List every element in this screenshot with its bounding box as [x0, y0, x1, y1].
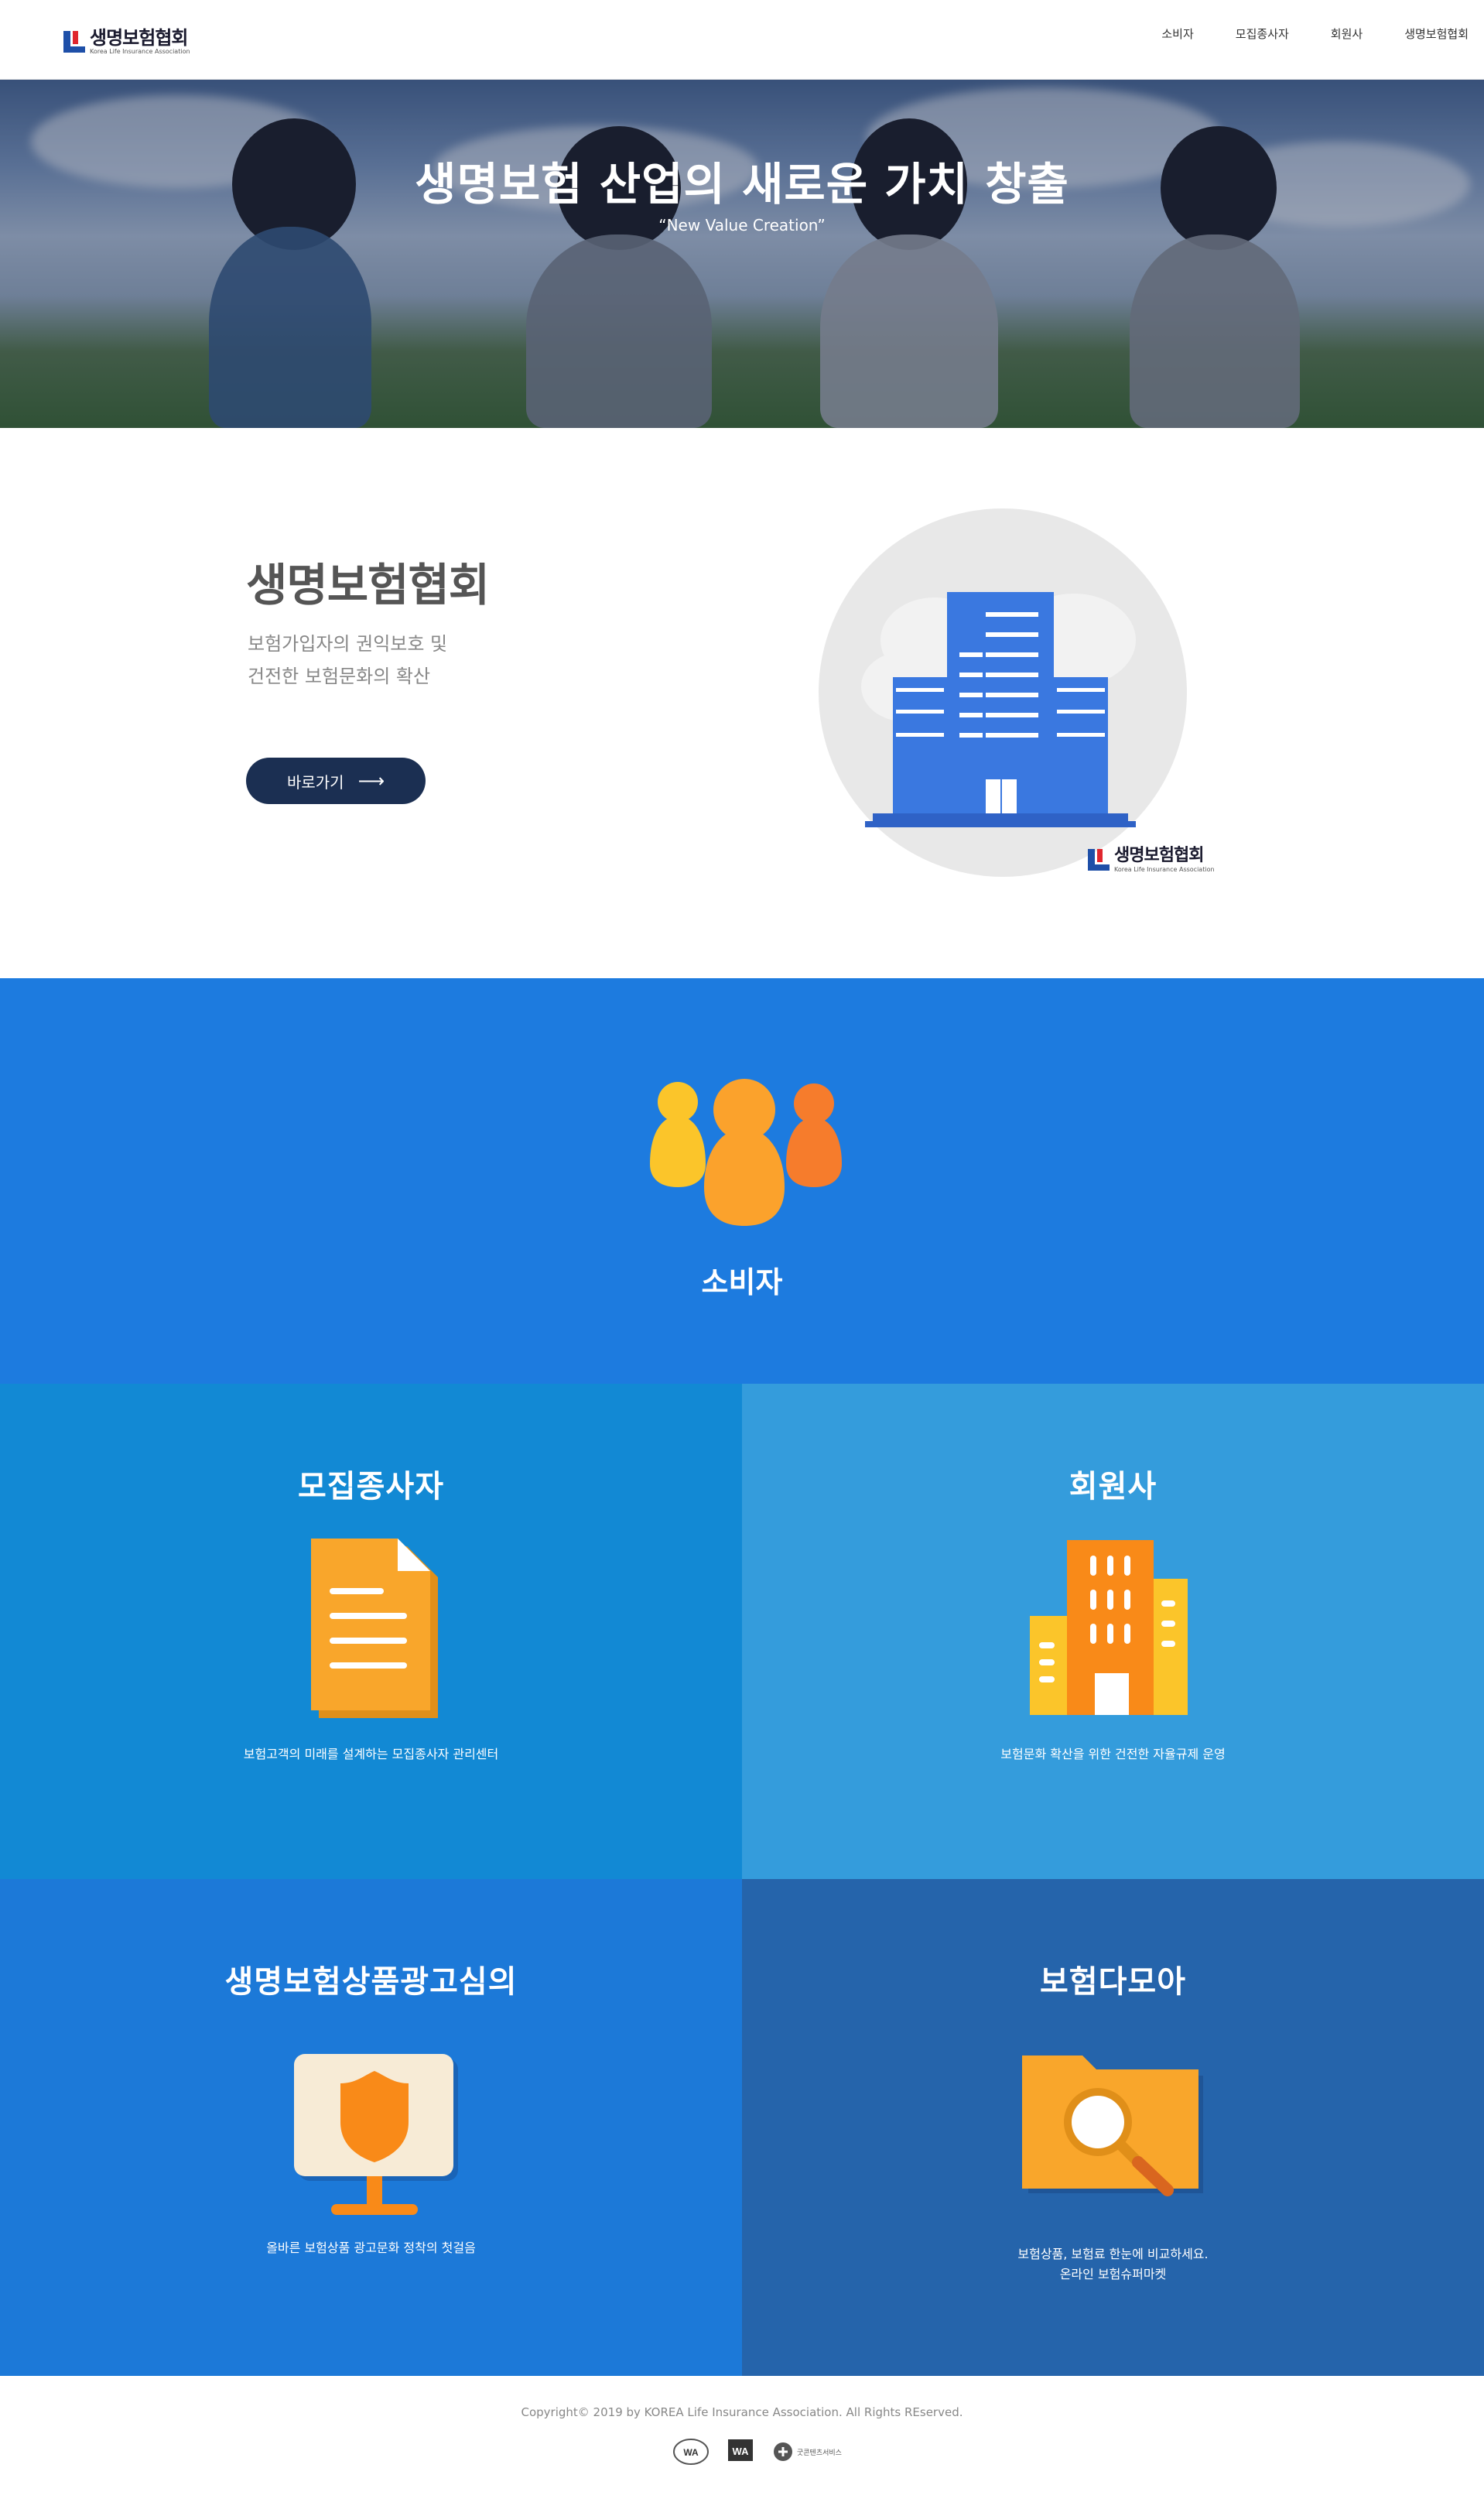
- ad-review-description: 올바른 보험상품 광고문화 정착의 첫걸음: [266, 2240, 476, 2255]
- damoa-desc-line1: 보험상품, 보험료 한눈에 비교하세요.: [1017, 2247, 1209, 2261]
- nav-item-member[interactable]: 회원사: [1331, 26, 1363, 42]
- go-button[interactable]: 바로가기 ⟶: [246, 758, 426, 804]
- folder-search-icon: [1022, 2055, 1203, 2196]
- member-section[interactable]: 회원사 보험문화 확산을 위한 건전한 자율규제 운영: [742, 1384, 1484, 1879]
- logo-mark-icon: [63, 31, 85, 53]
- copyright-text: Copyright© 2019 by KOREA Life Insurance …: [521, 2405, 963, 2419]
- intro-desc-line1: 보험가입자의 권익보호 및: [248, 633, 448, 655]
- wa-quality-mark-icon: WA: [728, 2439, 753, 2461]
- intro-section: 생명보험협회 보험가입자의 권익보호 및 건전한 보험문화의 확산 바로가기 ⟶: [0, 428, 1484, 978]
- member-title: 회원사: [1069, 1469, 1157, 1504]
- building-icon: [861, 592, 1136, 827]
- logo-title: 생명보험협회: [90, 27, 188, 49]
- document-icon: [311, 1539, 438, 1718]
- consumer-section[interactable]: 소비자: [0, 978, 1484, 1384]
- main-nav: 소비자 모집종사자 회원사 생명보험협회: [1120, 0, 1469, 67]
- consumer-title: 소비자: [701, 1265, 783, 1299]
- good-content-icon: [774, 2442, 792, 2461]
- hero-subtitle: “New Value Creation”: [658, 216, 826, 234]
- intro-description: 보험가입자의 권익보호 및 건전한 보험문화의 확산: [248, 628, 447, 693]
- logo-subtitle: Korea Life Insurance Association: [90, 48, 190, 55]
- intro-title: 생명보험협회: [246, 559, 490, 611]
- site-logo[interactable]: 생명보험협회 Korea Life Insurance Association: [63, 28, 190, 56]
- nav-item-recruiter[interactable]: 모집종사자: [1236, 26, 1289, 42]
- damoa-desc-line2: 온라인 보험슈퍼마켓: [1059, 2267, 1167, 2281]
- member-description: 보험문화 확산을 위한 건전한 자율규제 운영: [1000, 1747, 1226, 1761]
- damoa-description: 보험상품, 보험료 한눈에 비교하세요. 온라인 보험슈퍼마켓: [742, 2244, 1484, 2285]
- web-accessibility-mark-icon: WA: [673, 2439, 709, 2465]
- nav-item-association[interactable]: 생명보험협회: [1404, 26, 1469, 42]
- logo-mark-icon: [1088, 849, 1110, 871]
- monitor-shield-icon: [294, 2054, 458, 2215]
- intro-desc-line2: 건전한 보험문화의 확산: [248, 666, 431, 687]
- damoa-title: 보험다모아: [1040, 1964, 1186, 2000]
- office-building-icon: [1030, 1540, 1188, 1715]
- ad-review-section[interactable]: 생명보험상품광고심의 올바른 보험상품 광고문화 정착의 첫걸음: [0, 1879, 742, 2376]
- certification-marks: WA WA 굿콘텐츠서비스: [673, 2438, 871, 2466]
- hero-banner: 생명보험 산업의 새로운 가치 창출 “New Value Creation”: [0, 80, 1484, 428]
- intro-logo-subtitle: Korea Life Insurance Association: [1114, 866, 1215, 873]
- recruiter-description: 보험고객의 미래를 설계하는 모집종사자 관리센터: [243, 1747, 499, 1761]
- damoa-section[interactable]: 보험다모아 보험상품, 보험료 한눈에 비교하세요. 온라인 보험슈퍼마켓: [742, 1879, 1484, 2376]
- cert-label-2: WA: [733, 2446, 750, 2457]
- go-button-label: 바로가기: [286, 772, 344, 792]
- recruiter-section[interactable]: 모집종사자 보험고객의 미래를 설계하는 모집종사자 관리센터: [0, 1384, 742, 1879]
- good-content-mark: 굿콘텐츠서비스: [772, 2438, 857, 2466]
- recruiter-title: 모집종사자: [298, 1469, 444, 1504]
- arrow-right-icon: ⟶: [357, 770, 385, 792]
- site-header: 생명보험협회 Korea Life Insurance Association …: [0, 0, 1484, 80]
- good-content-label: 굿콘텐츠서비스: [797, 2449, 842, 2457]
- nav-item-consumer[interactable]: 소비자: [1161, 26, 1193, 42]
- site-footer: Copyright© 2019 by KOREA Life Insurance …: [0, 2376, 1484, 2509]
- intro-logo: 생명보험협회 Korea Life Insurance Association: [1088, 846, 1215, 874]
- cert-label-1: WA: [683, 2447, 699, 2458]
- hero-title: 생명보험 산업의 새로운 가치 창출: [415, 158, 1069, 211]
- intro-logo-title: 생명보험협회: [1114, 846, 1204, 865]
- ad-review-title: 생명보험상품광고심의: [224, 1964, 518, 2000]
- people-icon: [650, 1079, 842, 1226]
